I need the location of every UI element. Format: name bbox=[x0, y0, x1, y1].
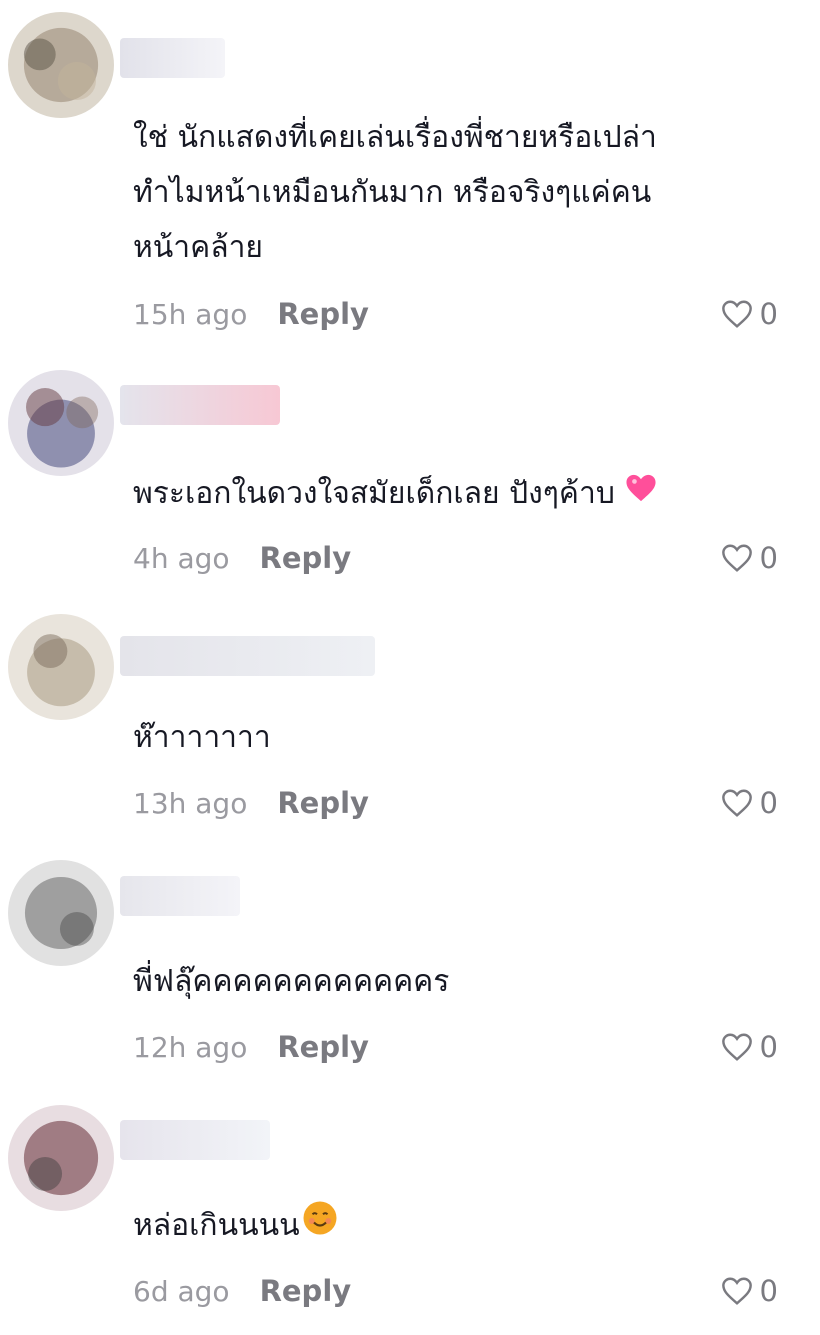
avatar[interactable] bbox=[8, 1105, 114, 1211]
like-count: 0 bbox=[759, 541, 778, 575]
comment-text-content: หล่อเกินนนน bbox=[133, 1208, 300, 1243]
reply-button[interactable]: Reply bbox=[277, 786, 369, 820]
comment-meta: 15h ago Reply bbox=[133, 294, 369, 334]
avatar[interactable] bbox=[8, 370, 114, 476]
comment-text: หล่อเกินนนน bbox=[133, 1198, 773, 1254]
like-count: 0 bbox=[759, 1030, 778, 1064]
comment-meta: 4h ago Reply bbox=[133, 538, 351, 578]
comment-meta: 13h ago Reply bbox=[133, 783, 369, 823]
comment-time: 6d ago bbox=[133, 1274, 230, 1308]
comment-text: ใช่ นักแสดงที่เคยเล่นเรื่องพี่ชายหรือเปล… bbox=[133, 120, 657, 265]
reply-button[interactable]: Reply bbox=[277, 1030, 369, 1064]
heart-icon bbox=[721, 1033, 752, 1061]
avatar[interactable] bbox=[8, 614, 114, 720]
blurred-avatar-image bbox=[8, 1105, 114, 1211]
username-blurred[interactable] bbox=[120, 385, 280, 425]
like-count: 0 bbox=[759, 297, 778, 331]
blurred-avatar-image bbox=[8, 860, 114, 966]
heart-icon bbox=[721, 789, 752, 817]
like-button[interactable]: 0 bbox=[720, 1027, 778, 1067]
heart-icon bbox=[721, 544, 752, 572]
like-button[interactable]: 0 bbox=[720, 294, 778, 334]
like-count: 0 bbox=[759, 1274, 778, 1308]
like-button[interactable]: 0 bbox=[720, 1271, 778, 1311]
username-blurred[interactable] bbox=[120, 1120, 270, 1160]
reply-button[interactable]: Reply bbox=[277, 297, 369, 331]
like-button[interactable]: 0 bbox=[720, 783, 778, 823]
blurred-avatar-image bbox=[8, 370, 114, 476]
comment-text: ห๊าาาาาาา bbox=[133, 720, 271, 755]
smiling-face-emoji bbox=[302, 1199, 338, 1254]
comment-time: 12h ago bbox=[133, 1030, 248, 1064]
comment-text: พี่ฟลุ๊คคคคคคคคคคคคร bbox=[133, 964, 450, 999]
heart-icon bbox=[721, 1277, 752, 1305]
comment-time: 15h ago bbox=[133, 297, 248, 331]
username-blurred[interactable] bbox=[120, 636, 375, 676]
comment-text: พระเอกในดวงใจสมัยเด็กเลย ปังๆค้าบ bbox=[133, 466, 773, 522]
blurred-avatar-image bbox=[8, 614, 114, 720]
comment-time: 13h ago bbox=[133, 786, 248, 820]
comment-time: 4h ago bbox=[133, 541, 230, 575]
comment-meta: 12h ago Reply bbox=[133, 1027, 369, 1067]
like-count: 0 bbox=[759, 786, 778, 820]
blurred-avatar-image bbox=[8, 12, 114, 118]
username-blurred[interactable] bbox=[120, 38, 225, 78]
comment-meta: 6d ago Reply bbox=[133, 1271, 351, 1311]
reply-button[interactable]: Reply bbox=[260, 541, 352, 575]
username-blurred[interactable] bbox=[120, 876, 240, 916]
reply-button[interactable]: Reply bbox=[260, 1274, 352, 1308]
avatar[interactable] bbox=[8, 860, 114, 966]
pink-heart-emoji bbox=[623, 467, 659, 522]
heart-icon bbox=[721, 300, 752, 328]
avatar[interactable] bbox=[8, 12, 114, 118]
like-button[interactable]: 0 bbox=[720, 538, 778, 578]
comment-text-content: พระเอกในดวงใจสมัยเด็กเลย ปังๆค้าบ bbox=[133, 476, 615, 511]
